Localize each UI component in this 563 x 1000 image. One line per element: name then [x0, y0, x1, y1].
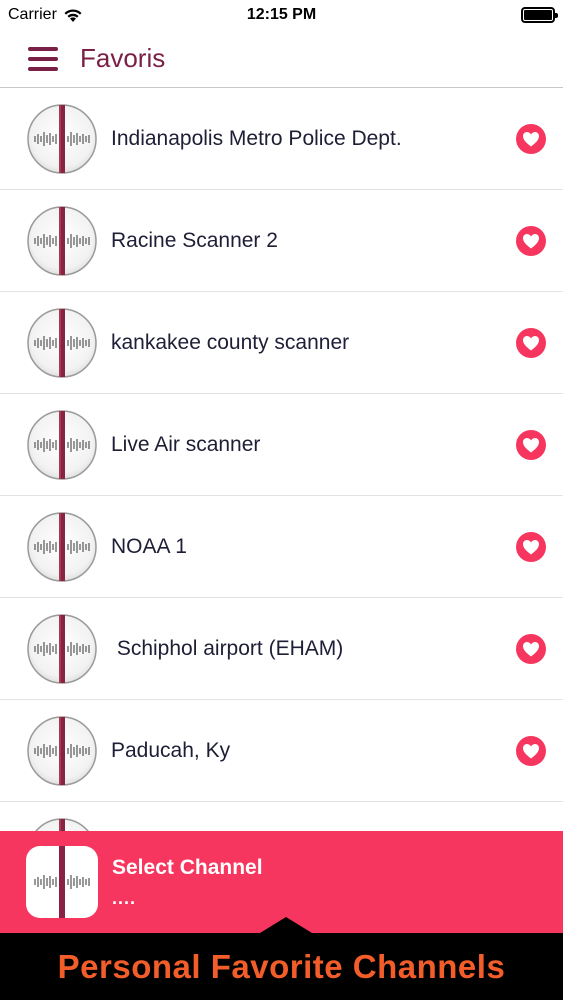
heart-icon[interactable]: [515, 633, 547, 665]
player-title: Select Channel: [112, 855, 263, 879]
status-time: 12:15 PM: [246, 6, 317, 23]
radio-dial-icon: [27, 511, 97, 582]
heart-icon[interactable]: [515, 327, 547, 359]
list-item[interactable]: Schiphol airport (EHAM): [0, 598, 563, 700]
radio-dial-icon: [27, 409, 97, 480]
player-text: Select Channel ....: [112, 856, 263, 909]
heart-icon[interactable]: [515, 225, 547, 257]
radio-dial-icon: [27, 103, 97, 174]
radio-dial-icon: [27, 613, 97, 684]
heart-icon[interactable]: [515, 429, 547, 461]
list-item[interactable]: Paducah, Ky: [0, 700, 563, 802]
heart-icon[interactable]: [515, 531, 547, 563]
list-item[interactable]: Indianapolis Metro Police Dept.: [0, 88, 563, 190]
list-item[interactable]: Racine Scanner 2: [0, 190, 563, 292]
station-name: kankakee county scanner: [111, 330, 350, 354]
station-name: Paducah, Ky: [111, 738, 231, 762]
player-subtitle: ....: [112, 887, 137, 908]
station-name: Indianapolis Metro Police Dept.: [111, 126, 402, 150]
status-bar: Carrier 12:15 PM: [0, 0, 563, 30]
radio-dial-icon: [34, 846, 90, 918]
heart-icon[interactable]: [515, 735, 547, 767]
status-left: Carrier: [8, 6, 83, 24]
promo-notch: [260, 917, 312, 933]
carrier-label: Carrier: [8, 6, 57, 23]
player-station-icon: [26, 846, 98, 918]
hamburger-menu-icon[interactable]: [28, 46, 58, 71]
station-name: NOAA 1: [111, 534, 187, 558]
station-name: Live Air scanner: [111, 432, 261, 456]
radio-dial-icon: [27, 715, 97, 786]
radio-dial-icon: [27, 307, 97, 378]
list-item[interactable]: Live Air scanner: [0, 394, 563, 496]
station-name: Racine Scanner 2: [111, 228, 278, 252]
page-title: Favoris: [80, 43, 166, 73]
battery-icon: [521, 7, 558, 23]
promo-text: Personal Favorite Channels: [57, 947, 506, 985]
radio-dial-icon: [27, 205, 97, 276]
station-name: Schiphol airport (EHAM): [111, 636, 344, 660]
favorites-list: Indianapolis Metro Police Dept. Racine S…: [0, 88, 563, 904]
promo-banner: Personal Favorite Channels: [0, 917, 563, 1000]
list-item[interactable]: kankakee county scanner: [0, 292, 563, 394]
wifi-icon: [64, 8, 82, 22]
nav-bar: Favoris: [0, 30, 563, 88]
list-item[interactable]: NOAA 1: [0, 496, 563, 598]
heart-icon[interactable]: [515, 123, 547, 155]
